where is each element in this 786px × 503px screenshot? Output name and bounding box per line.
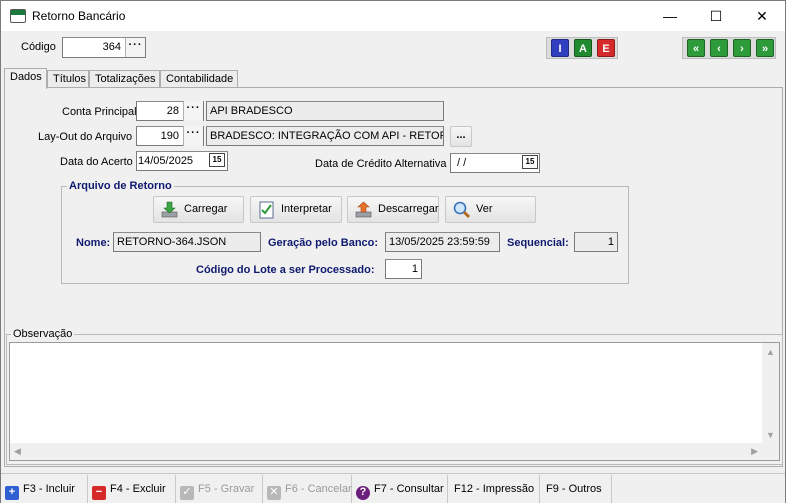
tab-dados[interactable]: Dados: [4, 68, 47, 89]
upload-icon: [355, 201, 372, 218]
window-title: Retorno Bancário: [32, 9, 126, 23]
codigo-lote-input[interactable]: 1: [385, 259, 422, 279]
conta-principal-label: Conta Principal: [62, 106, 137, 118]
observacao-text: [10, 343, 779, 347]
scroll-up-icon[interactable]: ▲: [766, 347, 775, 357]
ver-label: Ver: [476, 203, 493, 215]
layout-arquivo-description: BRADESCO: INTEGRAÇÃO COM API - RETORNO: [206, 126, 444, 146]
app-icon: [10, 9, 26, 23]
ver-button[interactable]: Ver: [445, 196, 536, 223]
retorno-bancario-window: Retorno Bancário — ☐ ✕ Código 364 ··· I …: [0, 0, 786, 503]
f4-label: F4 - Excluir: [110, 483, 166, 495]
codigo-lote-label: Código do Lote a ser Processado:: [196, 264, 375, 276]
f3-label: F3 - Incluir: [23, 483, 75, 495]
f12-label: F12 - Impressão: [454, 483, 535, 495]
layout-arquivo-label: Lay-Out do Arquivo: [38, 131, 133, 143]
close-button[interactable]: ✕: [739, 1, 785, 31]
exclude-icon[interactable]: E: [597, 39, 615, 57]
f6-cancelar-button[interactable]: ✕ F6 - Cancelar: [263, 475, 352, 503]
tab-contabilidade[interactable]: Contabilidade: [160, 70, 238, 88]
observacao-horizontal-scrollbar[interactable]: ◀ ▶: [10, 443, 762, 460]
download-icon: [161, 201, 178, 218]
codigo-label: Código: [21, 41, 56, 53]
sequencial-field: 1: [574, 232, 618, 252]
interpretar-label: Interpretar: [281, 203, 332, 215]
conta-principal-lookup-button[interactable]: ···: [183, 101, 203, 121]
data-acerto-calendar-icon[interactable]: 15: [209, 153, 225, 167]
f7-consultar-button[interactable]: ? F7 - Consultar: [352, 475, 448, 503]
observacao-title: Observação: [11, 328, 75, 340]
layout-more-button[interactable]: ...: [450, 126, 472, 147]
last-record-icon[interactable]: »: [756, 39, 774, 57]
nome-arquivo-field: RETORNO-364.JSON: [113, 232, 261, 252]
f3-incluir-button[interactable]: + F3 - Incluir: [1, 475, 88, 503]
carregar-button[interactable]: Carregar: [153, 196, 244, 223]
descarregar-button[interactable]: Descarregar: [347, 196, 439, 223]
carregar-label: Carregar: [184, 203, 228, 215]
minus-icon: −: [92, 486, 106, 500]
conta-principal-description: API BRADESCO: [206, 101, 444, 121]
geracao-banco-label: Geração pelo Banco:: [268, 237, 379, 249]
previous-record-icon[interactable]: ‹: [710, 39, 728, 57]
maximize-button[interactable]: ☐: [693, 1, 739, 31]
help-icon: ?: [356, 486, 370, 500]
f9-outros-button[interactable]: F9 - Outros: [540, 475, 612, 503]
interpretar-button[interactable]: Interpretar: [250, 196, 342, 223]
data-acerto-label: Data do Acerto: [60, 156, 133, 168]
tab-titulos[interactable]: Títulos: [47, 70, 89, 88]
insert-icon[interactable]: I: [551, 39, 569, 57]
checklist-icon: [259, 201, 274, 219]
nome-label: Nome:: [76, 237, 111, 249]
minimize-button[interactable]: —: [647, 1, 693, 31]
data-credito-calendar-icon[interactable]: 15: [522, 155, 538, 169]
alter-icon[interactable]: A: [574, 39, 592, 57]
codigo-lookup-button[interactable]: ···: [125, 38, 145, 57]
magnifier-icon: [453, 201, 471, 219]
scroll-down-icon[interactable]: ▼: [766, 430, 775, 440]
f4-excluir-button[interactable]: − F4 - Excluir: [88, 475, 176, 503]
scroll-left-icon[interactable]: ◀: [14, 446, 21, 457]
f12-impressao-button[interactable]: F12 - Impressão: [448, 475, 540, 503]
data-credito-label: Data de Crédito Alternativa: [315, 158, 447, 170]
scroll-right-icon[interactable]: ▶: [751, 446, 758, 457]
observacao-vertical-scrollbar[interactable]: ▲ ▼: [762, 343, 779, 460]
descarregar-label: Descarregar: [378, 203, 439, 215]
sequencial-label: Sequencial:: [507, 237, 569, 249]
first-record-icon[interactable]: «: [687, 39, 705, 57]
f5-gravar-button[interactable]: ✓ F5 - Gravar: [176, 475, 263, 503]
f6-label: F6 - Cancelar: [285, 483, 352, 495]
observacao-textarea[interactable]: ▲ ▼ ◀ ▶: [9, 342, 780, 461]
title-bar: Retorno Bancário — ☐ ✕: [1, 1, 785, 31]
next-record-icon[interactable]: ›: [733, 39, 751, 57]
function-key-bar: + F3 - Incluir − F4 - Excluir ✓ F5 - Gravar…: [1, 473, 785, 503]
geracao-banco-field: 13/05/2025 23:59:59: [385, 232, 500, 252]
tab-totalizacoes[interactable]: Totalizações: [89, 70, 160, 88]
layout-arquivo-lookup-button[interactable]: ···: [183, 126, 203, 146]
f5-label: F5 - Gravar: [198, 483, 255, 495]
plus-icon: +: [5, 486, 19, 500]
check-icon: ✓: [180, 486, 194, 500]
f9-label: F9 - Outros: [546, 483, 602, 495]
arquivo-retorno-title: Arquivo de Retorno: [67, 180, 174, 192]
cancel-icon: ✕: [267, 486, 281, 500]
f7-label: F7 - Consultar: [374, 483, 444, 495]
